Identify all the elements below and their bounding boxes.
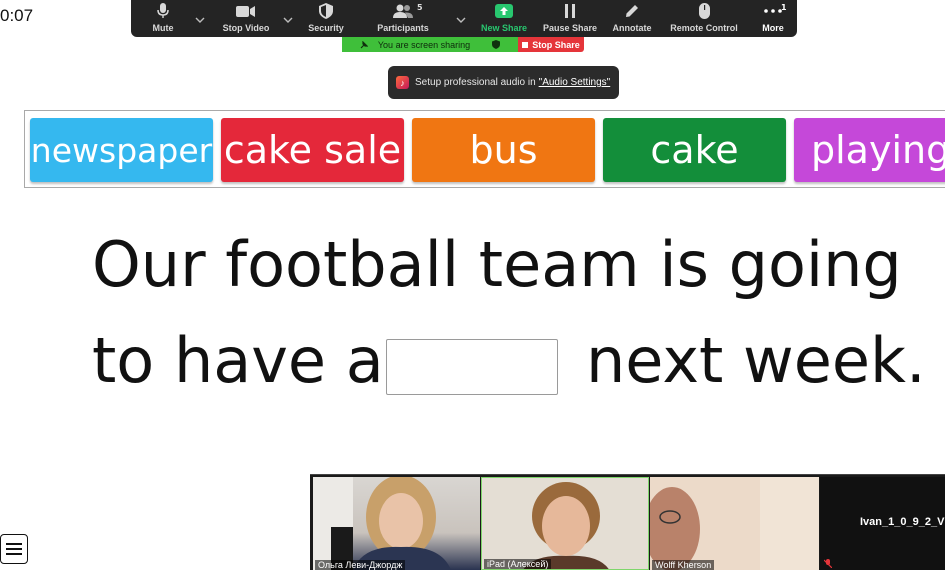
video-options-chevron-icon[interactable] [283, 8, 293, 27]
participant-tile-active-speaker[interactable]: iPad (Алексей) [481, 477, 649, 570]
audio-settings-tooltip: ♪ Setup professional audio in "Audio Set… [388, 66, 619, 99]
screen-sharing-indicator: You are screen sharing [342, 37, 518, 52]
participant-name: Ольга Леви-Джордж [315, 560, 406, 570]
word-tile-newspaper[interactable]: newspaper [30, 118, 213, 182]
participants-count: 5 [417, 3, 423, 12]
hamburger-menu-icon [6, 543, 22, 555]
mute-label: Mute [152, 23, 174, 33]
participant-tile[interactable]: Ольга Леви-Джордж [313, 477, 480, 570]
stop-icon [522, 41, 529, 48]
participant-video-image [482, 478, 648, 569]
new-share-button[interactable]: New Share [480, 0, 528, 37]
session-timer: 0:07 [0, 6, 34, 25]
meeting-toolbar: Mute Stop Video Security Participants 5 … [131, 0, 797, 37]
shield-icon [319, 3, 333, 19]
stop-video-button[interactable]: Stop Video [221, 0, 271, 37]
remote-control-button[interactable]: Remote Control [670, 0, 738, 37]
word-tile-cake-sale[interactable]: cake sale [221, 118, 404, 182]
screen-sharing-label: You are screen sharing [377, 39, 471, 50]
pause-icon [565, 4, 575, 18]
word-tile-playing[interactable]: playing [794, 118, 945, 182]
mute-button[interactable]: Mute [145, 0, 181, 37]
sentence-line-2-before: to have a [92, 324, 384, 397]
pause-share-label: Pause Share [542, 23, 598, 33]
microphone-icon [157, 3, 169, 18]
remote-control-label: Remote Control [670, 23, 738, 33]
mouse-icon [698, 3, 710, 19]
annotate-label: Annotate [612, 23, 652, 33]
audio-tip-text: Setup professional audio in [415, 77, 536, 88]
participant-video-image [650, 477, 819, 570]
more-icon [764, 9, 782, 13]
video-camera-icon [236, 5, 255, 17]
sentence-line-2-after: next week. [586, 324, 926, 397]
participants-label: Participants [377, 23, 429, 33]
word-bank: newspaper cake sale bus cake playing [24, 110, 945, 188]
stop-share-button[interactable]: Stop Share [518, 37, 584, 52]
word-tile-bus[interactable]: bus [412, 118, 595, 182]
participant-tile[interactable]: Wolff Kherson [650, 477, 819, 570]
shield-check-icon [492, 40, 501, 49]
security-label: Security [308, 23, 344, 33]
stop-video-label: Stop Video [222, 23, 270, 33]
participants-options-chevron-icon[interactable] [456, 8, 466, 27]
audio-settings-link[interactable]: "Audio Settings" [539, 77, 611, 88]
more-badge: 1 [781, 3, 787, 12]
pause-share-button[interactable]: Pause Share [542, 0, 598, 37]
new-share-label: New Share [480, 23, 528, 33]
muted-microphone-icon [824, 559, 832, 568]
word-tile-cake[interactable]: cake [603, 118, 786, 182]
security-button[interactable]: Security [306, 0, 346, 37]
participant-video-strip: Ольга Леви-Джордж iPad (Алексей) Wolff K… [310, 474, 945, 570]
menu-button[interactable] [0, 534, 28, 564]
audio-app-icon: ♪ [396, 76, 409, 89]
participant-video-image [313, 477, 451, 570]
stop-share-label: Stop Share [532, 39, 580, 50]
participant-name-no-video: Ivan_1_0_9_2_VII [860, 516, 945, 528]
participants-icon [393, 4, 413, 18]
pencil-icon [626, 5, 638, 17]
sentence-line-1: Our football team is going [92, 228, 902, 301]
audio-options-chevron-icon[interactable] [195, 8, 205, 27]
annotate-button[interactable]: Annotate [611, 0, 653, 37]
pin-icon [360, 40, 368, 48]
share-screen-icon [495, 4, 513, 18]
answer-drop-zone[interactable] [386, 339, 558, 395]
participant-name: Wolff Kherson [652, 560, 715, 570]
more-label: More [762, 23, 784, 33]
participant-name: iPad (Алексей) [484, 559, 552, 569]
